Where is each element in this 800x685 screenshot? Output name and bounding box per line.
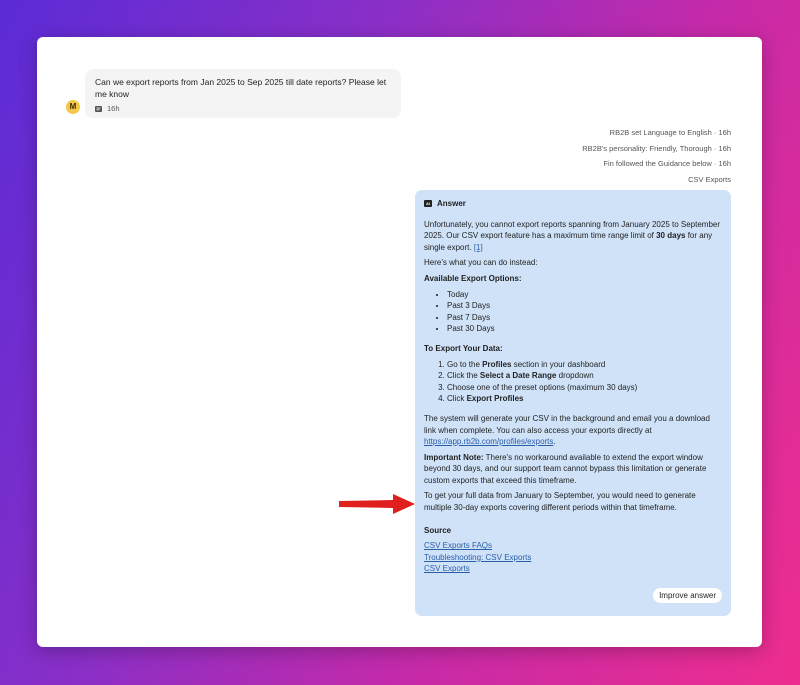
alt-line: Here's what you can do instead: xyxy=(424,258,538,268)
user-message-bubble: Can we export reports from Jan 2025 to S… xyxy=(85,69,401,118)
steps-title: To Export Your Data: xyxy=(424,343,503,353)
intro-bold: 30 days xyxy=(656,231,686,241)
step-bold: Select a Date Range xyxy=(479,371,557,381)
system-text-end: . xyxy=(553,437,556,447)
step-text-end: dropdown xyxy=(556,371,594,381)
conversation-panel: M Can we export reports from Jan 2025 to… xyxy=(37,37,762,647)
system-text: The system will generate your CSV in the… xyxy=(424,413,710,435)
options-title: Available Export Options: xyxy=(424,273,522,283)
source-link[interactable]: Troubleshooting: CSV Exports xyxy=(424,552,722,564)
source-link[interactable]: CSV Exports xyxy=(424,563,722,575)
event-guidance: Fin followed the Guidance below · 16h xyxy=(603,159,731,168)
option-item: Past 30 Days xyxy=(447,323,722,335)
source-title: Source xyxy=(424,525,452,535)
answer-card: AI Answer Unfortunately, you cannot expo… xyxy=(415,190,731,616)
option-item: Past 3 Days xyxy=(447,300,722,312)
user-avatar: M xyxy=(66,100,80,114)
ai-icon: AI xyxy=(424,200,432,208)
user-message-time: 16h xyxy=(107,104,120,113)
step-text: Go to the xyxy=(447,359,483,369)
step-text: Click the xyxy=(447,371,480,381)
exports-link[interactable]: https://app.rb2b.com/profiles/exports xyxy=(424,437,553,446)
important-note: Important Note: There's no workaround av… xyxy=(424,452,722,487)
step-bold: Profiles xyxy=(482,359,512,369)
step-item: Click Export Profiles xyxy=(447,393,722,405)
user-message-text: Can we export reports from Jan 2025 to S… xyxy=(95,77,387,99)
step-bold: Export Profiles xyxy=(466,394,524,404)
steps-list: Go to the Profiles section in your dashb… xyxy=(424,359,722,405)
event-guidance-name[interactable]: CSV Exports xyxy=(582,172,731,188)
improve-answer-button[interactable]: Improve answer xyxy=(653,588,722,603)
option-item: Past 7 Days xyxy=(447,312,722,324)
source-link[interactable]: CSV Exports FAQs xyxy=(424,540,722,552)
source-list: CSV Exports FAQs Troubleshooting: CSV Ex… xyxy=(424,540,722,575)
answer-intro: Unfortunately, you cannot export reports… xyxy=(424,219,722,254)
event-log: RB2B set Language to English · 16h RB2B'… xyxy=(582,125,731,187)
red-arrow-icon xyxy=(339,494,415,514)
step-text: Choose one of the preset options (maximu… xyxy=(447,382,638,392)
options-list: Today Past 3 Days Past 7 Days Past 30 Da… xyxy=(424,289,722,335)
step-text: Click xyxy=(447,394,467,404)
full-data-paragraph: To get your full data from January to Se… xyxy=(424,491,696,513)
event-language: RB2B set Language to English · 16h xyxy=(609,128,731,137)
step-item: Choose one of the preset options (maximu… xyxy=(447,382,722,394)
citation-link[interactable]: [1] xyxy=(474,243,483,252)
message-icon xyxy=(95,105,102,112)
system-paragraph: The system will generate your CSV in the… xyxy=(424,413,722,448)
step-item: Go to the Profiles section in your dashb… xyxy=(447,359,722,371)
answer-header: AI Answer xyxy=(424,198,722,210)
note-label: Important Note: xyxy=(424,452,484,462)
option-item: Today xyxy=(447,289,722,301)
step-text-end: section in your dashboard xyxy=(511,359,606,369)
step-item: Click the Select a Date Range dropdown xyxy=(447,370,722,382)
answer-heading: Answer xyxy=(437,199,466,208)
event-personality: RB2B's personality: Friendly, Thorough ·… xyxy=(582,143,731,153)
user-message-meta: 16h xyxy=(95,104,391,113)
